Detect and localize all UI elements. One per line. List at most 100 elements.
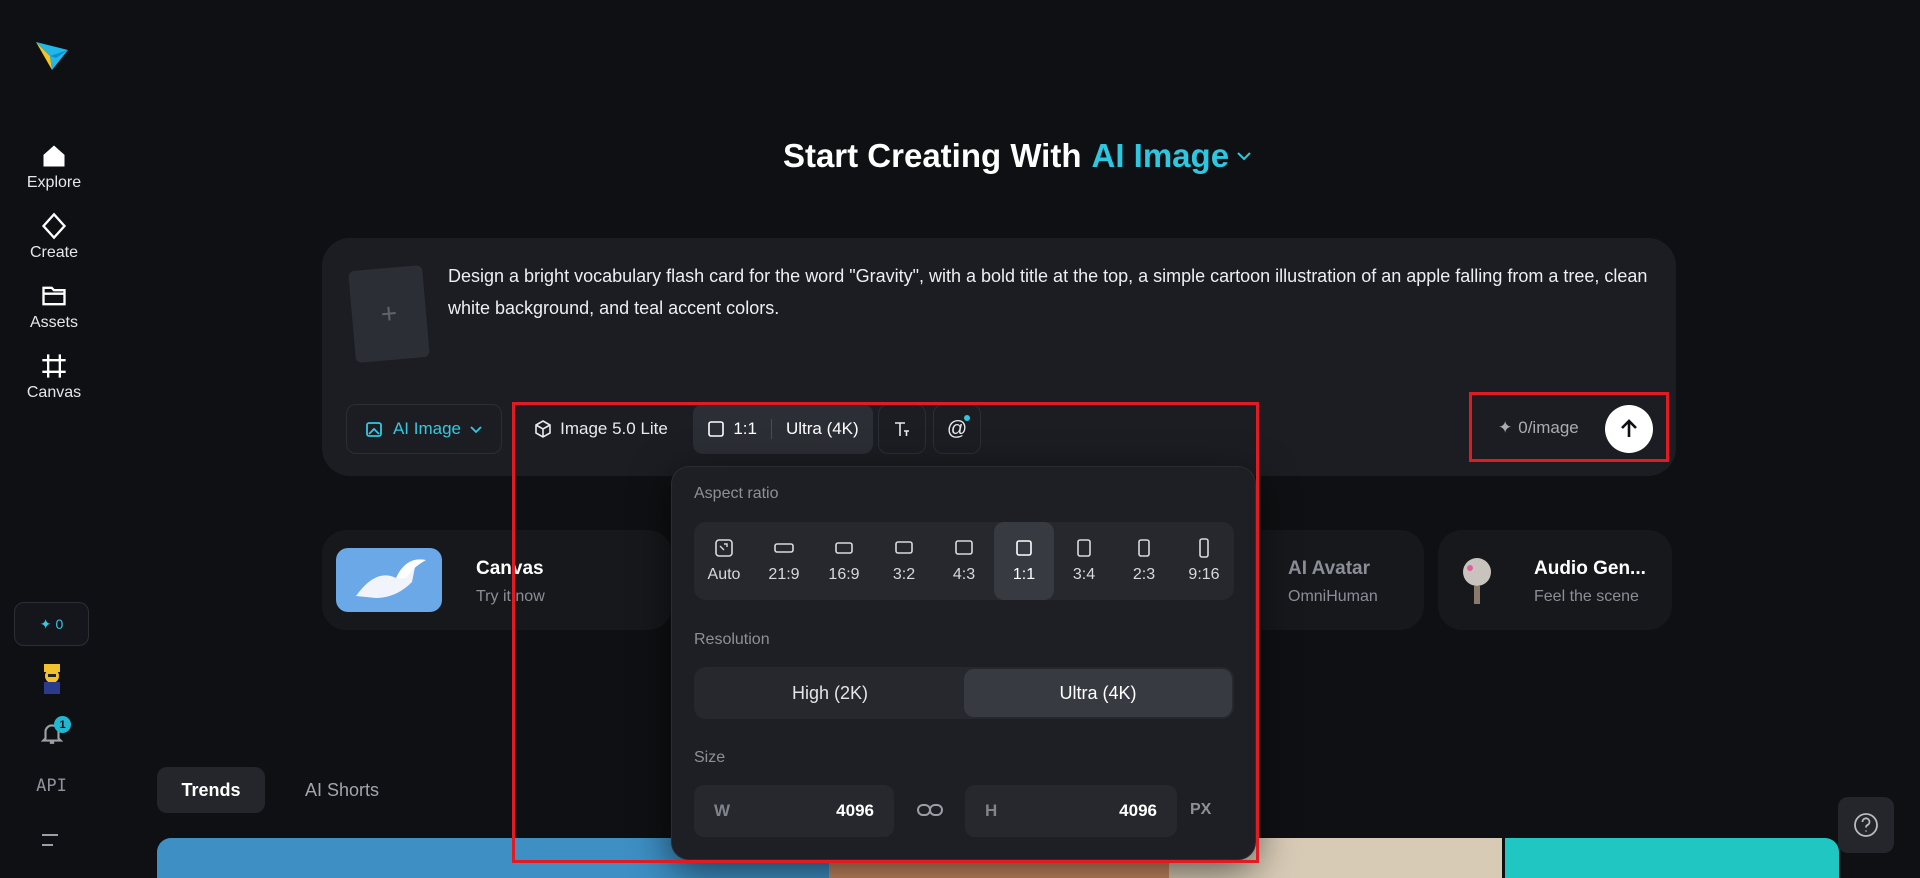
sidebar-item-label: Canvas (26, 384, 82, 401)
model-selector[interactable]: Image 5.0 Lite (514, 404, 688, 454)
resolution-option-4k[interactable]: Ultra (4K) (964, 669, 1232, 717)
mention-button[interactable]: @ (933, 404, 981, 454)
ratio-label: 4:3 (952, 566, 976, 583)
credits-count: 0 (55, 616, 64, 632)
pegasus-thumbnail (336, 548, 442, 612)
height-value: 4096 (1119, 801, 1157, 820)
ratio-option-3-4[interactable]: 3:4 (1054, 522, 1114, 600)
unit-label: PX (1190, 801, 1212, 818)
height-input[interactable]: H 4096 (965, 785, 1177, 837)
ratio-option-auto[interactable]: Auto (694, 522, 754, 600)
ratio-label: 9:16 (1188, 566, 1220, 583)
ratio-9-16-icon (1199, 538, 1209, 558)
chevron-down-icon (470, 426, 482, 434)
ratio-option-2-3[interactable]: 2:3 (1114, 522, 1174, 600)
size-heading: Size (694, 749, 726, 766)
resolution-options: High (2K) Ultra (4K) (694, 667, 1234, 719)
sidebar-item-assets[interactable]: Assets (0, 282, 108, 332)
ratio-option-4-3[interactable]: 4:3 (934, 522, 994, 600)
avatar[interactable] (38, 662, 66, 696)
model-label: Image 5.0 Lite (560, 419, 668, 438)
indicator-dot (964, 415, 970, 421)
ratio-label: 1:1 (733, 419, 757, 438)
prompt-input[interactable]: Design a bright vocabulary flash card fo… (448, 260, 1656, 324)
text-style-button[interactable] (878, 404, 926, 454)
sidebar-item-label: Create (29, 244, 79, 261)
square-icon (708, 421, 725, 437)
feature-card-audio[interactable]: Audio Gen... Feel the scene (1438, 530, 1672, 630)
generation-type-dropdown[interactable]: AI Image (346, 404, 502, 454)
cost-indicator: ✦ 0/image (1498, 418, 1579, 438)
feature-subtitle: Try it now (476, 588, 545, 605)
tab-ai-shorts[interactable]: AI Shorts (284, 767, 400, 813)
chevron-down-icon (1237, 152, 1251, 161)
generate-button[interactable] (1605, 405, 1653, 453)
ratio-option-3-2[interactable]: 3:2 (874, 522, 934, 600)
ratio-option-9-16[interactable]: 9:16 (1174, 522, 1234, 600)
height-key: H (985, 801, 998, 820)
diamond-icon (41, 212, 67, 240)
api-link[interactable]: API (0, 776, 103, 796)
feature-title: Canvas (476, 558, 544, 579)
ratio-label: 3:4 (1072, 566, 1096, 583)
at-icon: @ (946, 417, 968, 440)
aspect-ratio-options: Auto 21:9 16:9 3:2 4:3 1:1 3:4 2:3 9:16 (694, 522, 1234, 600)
feature-subtitle: OmniHuman (1288, 588, 1378, 605)
cost-label: 0/image (1518, 418, 1579, 437)
sidebar-item-label: Explore (26, 174, 82, 191)
arrow-up-icon (1621, 419, 1637, 437)
sidebar-item-label: Assets (29, 314, 78, 331)
plus-icon: + (379, 297, 399, 330)
width-input[interactable]: W 4096 (694, 785, 894, 837)
ratio-option-21-9[interactable]: 21:9 (754, 522, 814, 600)
ratio-label: 3:2 (892, 566, 916, 583)
ratio-option-1-1[interactable]: 1:1 (994, 522, 1054, 600)
ratio-label: 1:1 (1012, 566, 1036, 583)
ratio-label: Auto (707, 566, 741, 583)
notification-badge: 1 (54, 716, 71, 733)
tab-trends[interactable]: Trends (157, 767, 265, 813)
feature-subtitle: Feel the scene (1534, 588, 1639, 605)
paper-plane-logo-icon[interactable] (34, 36, 70, 72)
question-icon (1854, 813, 1878, 837)
ratio-4-3-icon (955, 540, 973, 555)
help-button[interactable] (1838, 797, 1894, 853)
mode-selector[interactable]: AI Image (1092, 137, 1254, 175)
ratio-option-16-9[interactable]: 16:9 (814, 522, 874, 600)
ratio-21-9-icon (774, 543, 794, 553)
microphone-thumbnail (1463, 558, 1491, 604)
ratio-resolution-button[interactable]: 1:1 Ultra (4K) (693, 404, 873, 454)
aspect-ratio-heading: Aspect ratio (694, 485, 779, 502)
text-format-icon (895, 422, 909, 436)
ratio-resolution-popover: Aspect ratio Auto 21:9 16:9 3:2 4:3 1:1 … (671, 466, 1256, 860)
image-upload-button[interactable]: + (348, 264, 430, 364)
frame-icon (42, 354, 66, 378)
resolution-heading: Resolution (694, 631, 770, 648)
auto-ratio-icon (715, 539, 733, 557)
ratio-label: 16:9 (828, 566, 860, 583)
ratio-2-3-icon (1138, 539, 1150, 557)
page-title: Start Creating With AI Image (0, 137, 1920, 175)
width-key: W (714, 801, 731, 820)
cube-icon (535, 420, 551, 438)
sidebar-item-create[interactable]: Create (0, 212, 108, 262)
sidebar-item-canvas[interactable]: Canvas (0, 352, 108, 402)
credits-button[interactable]: ✦ 0 (14, 602, 89, 646)
resolution-label: Ultra (4K) (785, 419, 859, 438)
menu-icon[interactable] (42, 832, 62, 848)
generation-type-label: AI Image (392, 419, 462, 438)
mode-label: AI Image (1091, 137, 1230, 174)
width-value: 4096 (836, 801, 874, 820)
title-prefix: Start Creating With (782, 137, 1082, 174)
ratio-3-4-icon (1077, 539, 1091, 557)
sparkle-icon: ✦ (1498, 418, 1513, 437)
gallery-item[interactable] (1505, 838, 1839, 878)
ratio-label: 2:3 (1132, 566, 1156, 583)
feature-card-canvas[interactable]: Canvas Try it now (322, 530, 672, 630)
link-icon[interactable] (916, 799, 944, 821)
sparkle-icon: ✦ (39, 615, 52, 632)
divider (770, 419, 772, 439)
feature-title: Audio Gen... (1534, 558, 1646, 579)
ratio-16-9-icon (835, 542, 853, 554)
resolution-option-2k[interactable]: High (2K) (696, 669, 964, 717)
